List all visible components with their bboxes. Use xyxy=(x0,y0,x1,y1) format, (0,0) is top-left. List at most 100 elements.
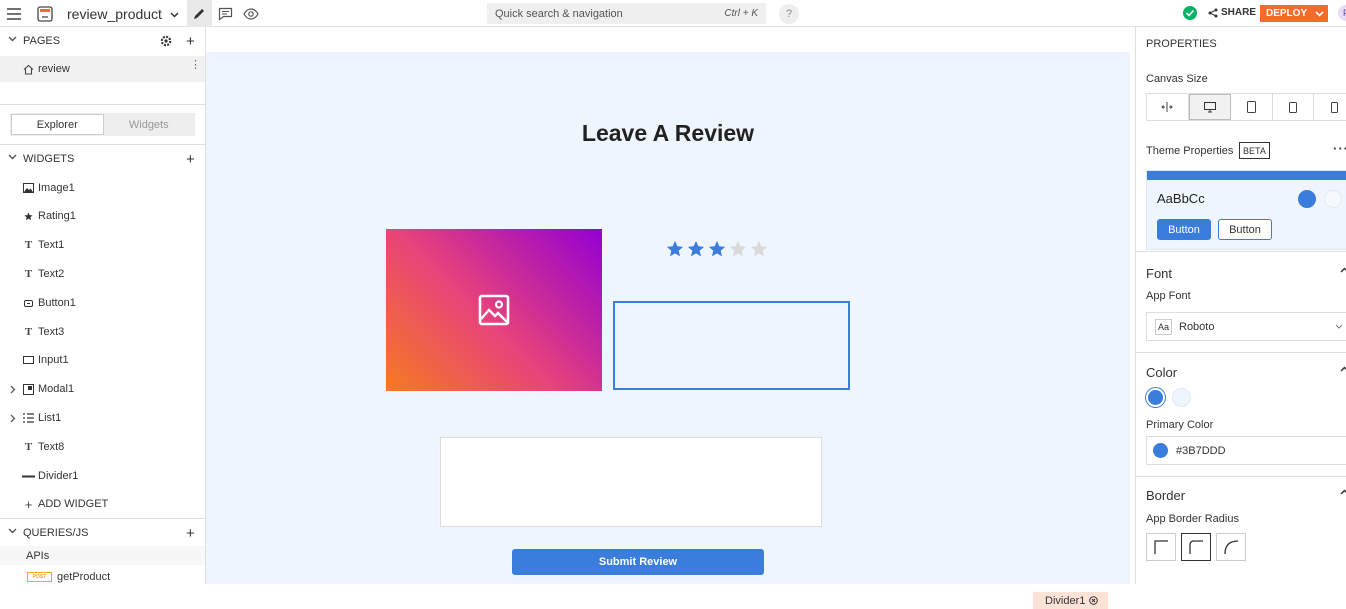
desktop-option[interactable] xyxy=(1188,94,1232,120)
primary-color-label: Primary Color xyxy=(1146,419,1214,431)
list-icon xyxy=(22,413,35,423)
tablet-portrait-option[interactable] xyxy=(1273,94,1315,120)
app-font-value: Roboto xyxy=(1179,320,1215,333)
add-query-icon[interactable]: + xyxy=(186,525,195,542)
widget-item-divider1[interactable]: Divider1 xyxy=(0,463,205,489)
chevron-right-icon[interactable] xyxy=(10,414,16,423)
widget-item-label: Button1 xyxy=(38,297,76,309)
border-radius-label: App Border Radius xyxy=(1146,513,1239,525)
app-page[interactable]: Leave A Review Submit Review Divider1 xyxy=(206,52,1130,609)
gear-icon[interactable] xyxy=(160,35,172,47)
tablet-icon xyxy=(1246,101,1256,113)
input-icon xyxy=(22,356,35,364)
pages-header[interactable]: PAGES + xyxy=(0,28,206,54)
text-icon: T xyxy=(24,441,33,453)
queries-header-label: QUERIES/JS xyxy=(23,527,89,539)
widget-item-label: Modal1 xyxy=(38,383,75,395)
chevron-down-icon[interactable] xyxy=(8,528,17,534)
close-circle-icon[interactable] xyxy=(1089,596,1099,605)
chevron-right-icon[interactable] xyxy=(10,385,16,394)
chevron-up-icon[interactable] xyxy=(1340,489,1346,495)
page-title[interactable]: Leave A Review xyxy=(206,120,1130,147)
star-empty-icon[interactable] xyxy=(729,240,747,258)
queries-header[interactable]: QUERIES/JS + xyxy=(0,520,206,546)
radius-large-option[interactable] xyxy=(1216,533,1246,561)
image-placeholder-icon xyxy=(478,294,510,326)
widget-item-rating1[interactable]: Rating1 xyxy=(0,203,205,229)
widget-item-text3[interactable]: T Text3 xyxy=(0,319,205,345)
background-color-swatch[interactable] xyxy=(1172,388,1191,407)
star-filled-icon[interactable] xyxy=(666,240,684,258)
primary-color-input[interactable]: #3B7DDD xyxy=(1146,436,1346,465)
widget-item-button1[interactable]: Button1 xyxy=(0,290,205,316)
hamburger-menu-icon[interactable] xyxy=(4,4,24,24)
submit-review-button[interactable]: Submit Review xyxy=(512,549,764,575)
star-filled-icon[interactable] xyxy=(708,240,726,258)
font-section-header[interactable]: Font xyxy=(1146,266,1172,281)
text-icon: T xyxy=(24,239,33,251)
canvas-size-selector xyxy=(1146,93,1346,121)
widget-item-text8[interactable]: T Text8 xyxy=(0,434,205,460)
app-name-dropdown[interactable]: review_product xyxy=(67,6,179,22)
chevron-up-icon[interactable] xyxy=(1340,267,1346,273)
widgets-header[interactable]: WIDGETS + xyxy=(0,146,206,172)
widget-item-text1[interactable]: T Text1 xyxy=(0,232,205,258)
share-button[interactable]: SHARE xyxy=(1208,7,1256,18)
star-empty-icon[interactable] xyxy=(750,240,768,258)
widget-item-label: Text8 xyxy=(38,441,65,453)
query-item-label: getProduct xyxy=(57,571,111,583)
theme-card[interactable]: AaBbCc Button Button xyxy=(1146,170,1346,250)
text-widget-selected[interactable] xyxy=(613,301,850,390)
widget-item-label: List1 xyxy=(38,412,62,424)
app-font-select[interactable]: Aa Roboto xyxy=(1146,312,1346,341)
widget-item-modal1[interactable]: Modal1 xyxy=(0,376,205,402)
search-input[interactable]: Quick search & navigation Ctrl + K xyxy=(487,3,766,24)
color-section-header[interactable]: Color xyxy=(1146,365,1177,380)
chevron-up-icon[interactable] xyxy=(1340,366,1346,372)
sidebar-tabs: Explorer Widgets xyxy=(10,113,195,136)
app-logo-icon[interactable] xyxy=(35,4,55,24)
deploy-button[interactable]: DEPLOY xyxy=(1260,5,1328,22)
chevron-down-icon[interactable] xyxy=(8,154,17,160)
chevron-down-icon[interactable] xyxy=(8,36,17,42)
add-page-icon[interactable]: + xyxy=(186,33,195,50)
page-item-review[interactable]: review ⋮ xyxy=(0,56,205,82)
divider xyxy=(0,144,205,145)
chevron-down-icon xyxy=(1335,324,1343,329)
primary-color-swatch[interactable] xyxy=(1146,388,1165,407)
chevron-down-icon[interactable] xyxy=(1315,10,1324,17)
edit-mode-button[interactable] xyxy=(187,0,212,27)
query-item-getproduct[interactable]: POST getProduct xyxy=(0,567,205,587)
border-section-header[interactable]: Border xyxy=(1146,488,1185,503)
widget-item-list1[interactable]: List1 xyxy=(0,405,205,431)
mobile-option[interactable] xyxy=(1314,94,1346,120)
pencil-icon xyxy=(193,7,206,20)
help-button[interactable]: ? xyxy=(779,4,799,24)
tab-explorer[interactable]: Explorer xyxy=(11,114,104,135)
widget-item-input1[interactable]: Input1 xyxy=(0,347,205,373)
tab-widgets[interactable]: Widgets xyxy=(104,114,195,135)
widget-item-text2[interactable]: T Text2 xyxy=(0,261,205,287)
selected-widget-tag[interactable]: Divider1 xyxy=(1033,592,1108,609)
tablet-landscape-option[interactable] xyxy=(1231,94,1273,120)
preview-mode-button[interactable] xyxy=(241,4,261,24)
radius-none-option[interactable] xyxy=(1146,533,1176,561)
star-filled-icon[interactable] xyxy=(687,240,705,258)
apis-group[interactable]: APIs xyxy=(0,546,205,565)
comment-mode-button[interactable] xyxy=(215,4,235,24)
review-input[interactable] xyxy=(440,437,822,527)
radius-medium-option[interactable] xyxy=(1181,533,1211,561)
widget-item-label: Text1 xyxy=(38,239,65,251)
more-options-icon[interactable]: ⋮ xyxy=(190,60,201,71)
fluid-width-option[interactable] xyxy=(1147,94,1189,120)
add-widget-icon[interactable]: + xyxy=(186,151,195,168)
image-widget[interactable] xyxy=(386,229,602,391)
theme-primary-button: Button xyxy=(1157,219,1211,240)
avatar[interactable]: P xyxy=(1338,5,1346,21)
selected-widget-label: Divider1 xyxy=(1045,594,1086,607)
comment-icon xyxy=(218,7,233,21)
more-options-icon[interactable]: ··· xyxy=(1333,141,1346,156)
add-widget-button[interactable]: + ADD WIDGET xyxy=(0,491,205,517)
widget-item-image1[interactable]: Image1 xyxy=(0,175,205,201)
rating-widget[interactable] xyxy=(666,240,768,258)
